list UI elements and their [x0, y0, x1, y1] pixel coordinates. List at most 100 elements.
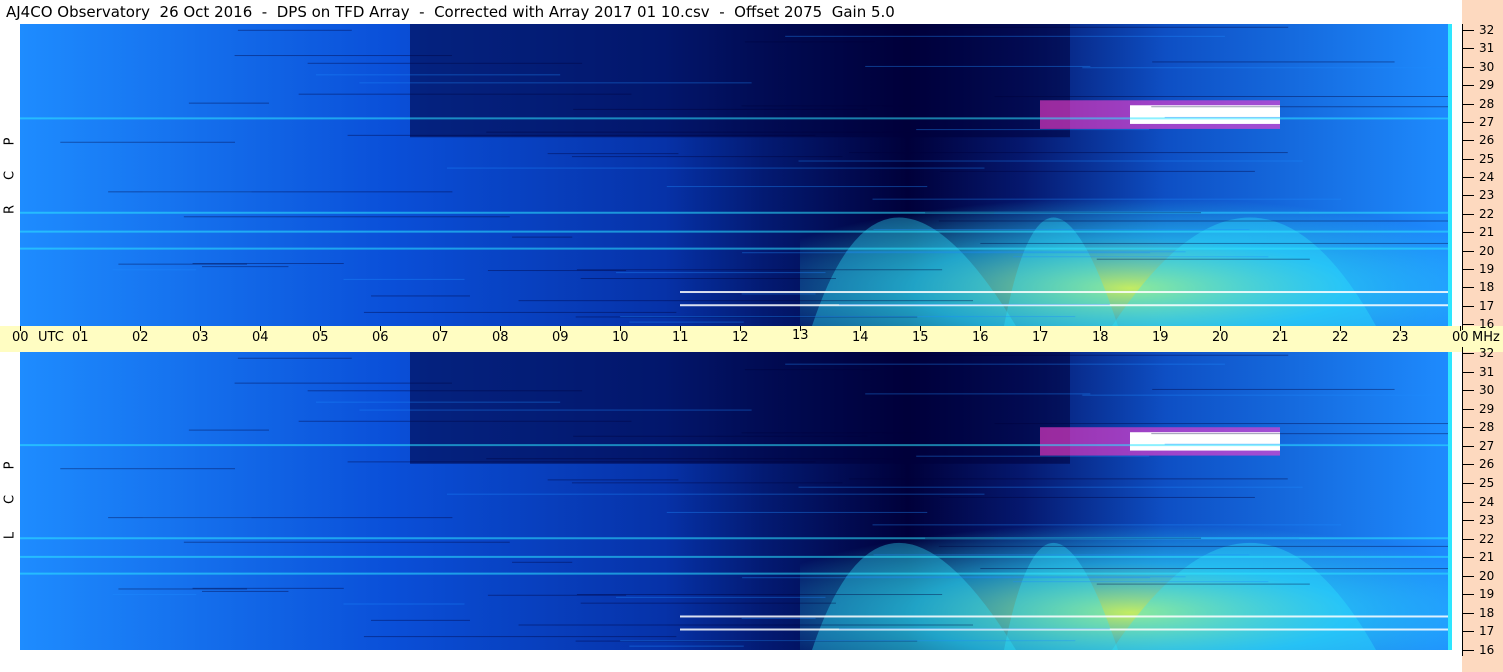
frequency-tick-label: 26: [1479, 133, 1495, 147]
rcp-striation: [237, 29, 352, 31]
frequency-tick-mark: [1462, 232, 1474, 233]
time-tick-mark: [980, 326, 981, 331]
lcp-striation: [486, 458, 927, 460]
lcp-striation: [785, 363, 1225, 365]
time-tick-label: 18: [1092, 330, 1109, 345]
time-tick-label: 15: [912, 330, 929, 345]
lcp-striation: [363, 636, 677, 638]
polarization-letter-rcp: R: [2, 204, 18, 215]
rcp-striation: [744, 41, 875, 43]
lcp-striation: [742, 577, 1151, 579]
frequency-tick-mark: [1462, 67, 1474, 68]
frequency-tick-mark: [1462, 613, 1474, 614]
time-tick-mark: [1460, 326, 1461, 331]
time-tick-label: 09: [552, 330, 569, 345]
lcp-striation: [1082, 394, 1452, 396]
frequency-tick-label: 30: [1479, 383, 1495, 397]
time-tick-label: 19: [1152, 330, 1169, 345]
rcp-striation: [860, 26, 1289, 28]
frequency-tick-mark: [1462, 409, 1474, 410]
time-tick-mark: [1280, 326, 1281, 331]
frequency-tick-label: 25: [1479, 476, 1495, 490]
lcp-striation: [576, 594, 943, 596]
frequency-tick-label: 22: [1479, 207, 1495, 221]
rcp-striation: [486, 131, 927, 133]
frequency-tick-mark: [1462, 287, 1474, 288]
time-tick-label: 00: [1452, 330, 1469, 345]
rcp-rfi-line-3: [680, 291, 1452, 294]
time-tick-mark: [320, 326, 321, 331]
time-tick-label: 22: [1332, 330, 1349, 345]
time-tick-mark: [140, 326, 141, 331]
time-tick-label: 03: [192, 330, 209, 345]
lcp-striation: [916, 455, 1150, 457]
frequency-tick-label: 16: [1479, 317, 1495, 331]
frequency-tick-label: 26: [1479, 457, 1495, 471]
lcp-rfi-line-3: [680, 615, 1452, 618]
lcp-striation: [580, 602, 836, 604]
time-tick-label: 00: [12, 330, 29, 345]
lcp-striation: [315, 401, 561, 403]
rcp-striation: [347, 134, 816, 136]
frequency-tick-mark: [1462, 324, 1474, 325]
lcp-striation: [872, 524, 1342, 526]
time-tick-label: 16: [972, 330, 989, 345]
time-tick-label: 21: [1272, 330, 1289, 345]
lcp-striation: [980, 568, 1452, 570]
rcp-striation: [925, 212, 1202, 214]
lcp-striation: [237, 357, 352, 359]
lcp-striation: [512, 561, 573, 563]
lcp-night-region: [410, 352, 1070, 464]
lcp-striation: [798, 486, 1303, 488]
lcp-striation: [347, 461, 816, 463]
frequency-tick-mark: [1462, 140, 1474, 141]
time-tick-label: 04: [252, 330, 269, 345]
time-tick-mark: [1220, 326, 1221, 331]
frequency-tick-label: 29: [1479, 402, 1495, 416]
frequency-tick-label: 31: [1479, 41, 1495, 55]
time-tick-label: 02: [132, 330, 149, 345]
lcp-striation: [1164, 443, 1452, 445]
lcp-striation: [744, 369, 875, 371]
frequency-tick-label: 17: [1479, 299, 1495, 313]
lcp-striation: [234, 382, 452, 384]
time-tick-label: 10: [612, 330, 629, 345]
time-tick-label: 07: [432, 330, 449, 345]
lcp-striation: [620, 640, 1076, 642]
lcp-striation: [192, 587, 344, 589]
frequency-tick-label: 18: [1479, 606, 1495, 620]
rcp-striation: [202, 266, 289, 268]
time-tick-mark: [620, 326, 621, 331]
spectrogram-panel-rcp: [20, 24, 1452, 326]
polarization-letter-rcp: C: [2, 170, 18, 181]
frequency-tick-label: 22: [1479, 532, 1495, 546]
frequency-tick-label: 29: [1479, 78, 1495, 92]
time-tick-mark: [260, 326, 261, 331]
rcp-striation: [315, 74, 561, 76]
frequency-tick-mark: [1462, 520, 1474, 521]
lcp-striation: [518, 624, 974, 626]
rcp-bright-band: [1130, 105, 1280, 124]
time-tick-mark: [20, 326, 21, 331]
time-tick-label: 05: [312, 330, 329, 345]
rcp-striation: [838, 304, 1110, 306]
rcp-striation: [446, 167, 985, 169]
frequency-tick-label: 28: [1479, 420, 1495, 434]
lcp-striation: [666, 511, 928, 513]
lcp-striation: [848, 478, 1288, 480]
lcp-rfi-line-5: [20, 555, 1452, 558]
rcp-rfi-line-2: [20, 247, 1452, 250]
frequency-tick-label: 27: [1479, 439, 1495, 453]
frequency-tick-label: 32: [1479, 23, 1495, 37]
rcp-rfi-line-5: [20, 230, 1452, 233]
frequency-tick-mark: [1462, 159, 1474, 160]
rcp-striation: [1151, 106, 1452, 108]
frequency-tick-label: 16: [1479, 643, 1495, 657]
rcp-striation: [785, 35, 1225, 37]
frequency-tick-label: 24: [1479, 170, 1495, 184]
frequency-tick-label: 32: [1479, 346, 1495, 360]
rcp-striation: [518, 300, 974, 302]
time-tick-label: 17: [1032, 330, 1049, 345]
polarization-letter-lcp: P: [2, 461, 18, 470]
rcp-striation: [363, 311, 677, 313]
